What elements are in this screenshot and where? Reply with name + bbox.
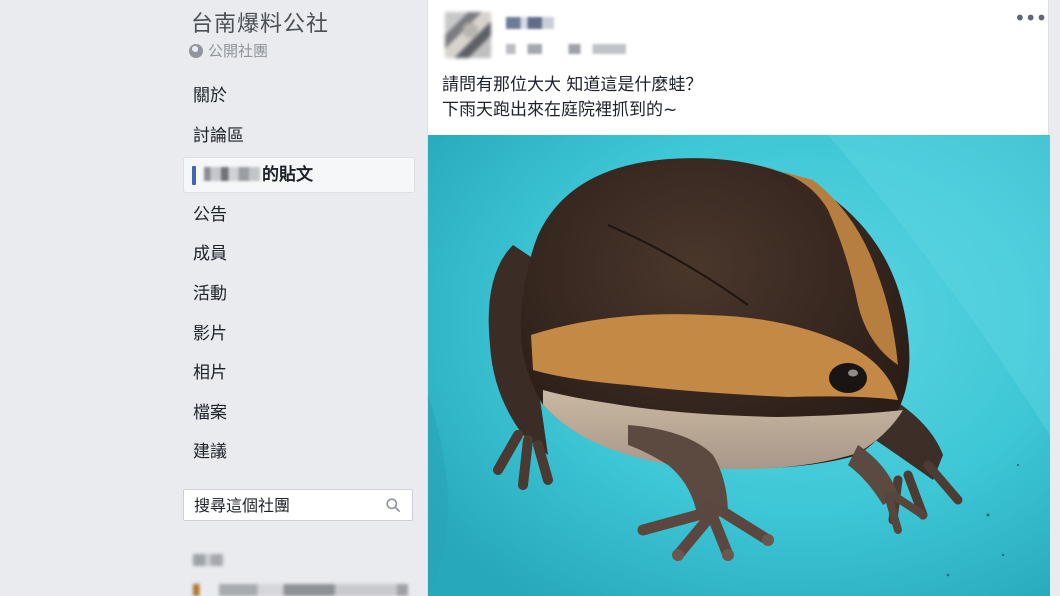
- group-nav: 關於 討論區 的貼文 公告 成員 活動 影片 相片 檔案 建議: [183, 78, 415, 474]
- avatar[interactable]: [445, 12, 491, 58]
- blurred-poster-name[interactable]: [506, 17, 554, 29]
- globe-icon: [189, 43, 203, 58]
- group-search: [183, 489, 413, 521]
- group-title[interactable]: 台南爆料公社: [191, 6, 329, 38]
- nav-files[interactable]: 檔案: [183, 395, 415, 431]
- nav-member-posts[interactable]: 的貼文: [183, 157, 415, 194]
- frog-photo[interactable]: [428, 135, 1050, 596]
- group-search-input[interactable]: [184, 490, 374, 520]
- nav-suggestions[interactable]: 建議: [183, 434, 415, 470]
- group-sidebar: 台南爆料公社 公開社團 關於 討論區 的貼文 公告 成員 活動 影片 相片 檔案…: [183, 0, 415, 596]
- nav-discussion[interactable]: 討論區: [183, 118, 415, 154]
- post-text-line: 下雨天跑出來在庭院裡抓到的~: [442, 100, 678, 120]
- search-icon[interactable]: [386, 498, 400, 512]
- nav-member-posts-label: 的貼文: [262, 165, 313, 186]
- group-privacy: 公開社團: [189, 40, 268, 61]
- nav-members[interactable]: 成員: [183, 236, 415, 272]
- more-options-icon[interactable]: •••: [1014, 8, 1047, 28]
- post-text: 請問有那位大大 知道這是什麼蛙？ 下雨天跑出來在庭院裡抓到的~: [442, 73, 702, 123]
- post-card: ••• 請問有那位大大 知道這是什麼蛙？ 下雨天跑出來在庭院裡抓到的~: [427, 0, 1050, 596]
- nav-photos[interactable]: 相片: [183, 355, 415, 391]
- blurred-section-label: [193, 554, 223, 566]
- nav-about[interactable]: 關於: [183, 78, 415, 114]
- post-text-line: 請問有那位大大 知道這是什麼蛙？: [442, 75, 703, 95]
- blurred-member-name: [204, 167, 260, 182]
- blurred-post-timestamp[interactable]: [506, 44, 626, 54]
- nav-events[interactable]: 活動: [183, 276, 415, 312]
- nav-videos[interactable]: 影片: [183, 316, 415, 352]
- privacy-label: 公開社團: [208, 42, 269, 60]
- nav-announcements[interactable]: 公告: [183, 197, 415, 233]
- blurred-section-item: [193, 584, 408, 596]
